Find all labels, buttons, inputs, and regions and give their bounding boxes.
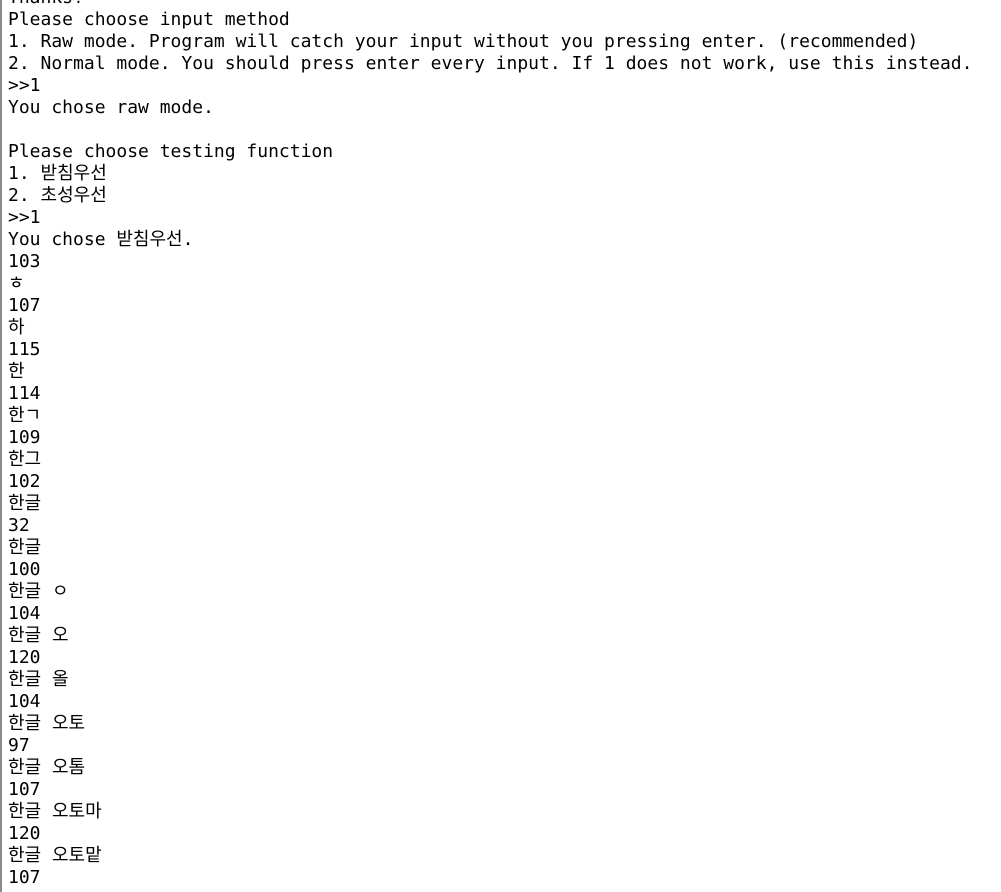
terminal-line: 한글 xyxy=(8,537,42,558)
terminal-line: 한글 오 xyxy=(8,625,69,646)
terminal-line: 한글 오톰 xyxy=(8,757,86,778)
terminal-line: ㅎ xyxy=(8,273,25,294)
terminal-line: 107 xyxy=(8,867,41,888)
terminal-line: 한그 xyxy=(8,449,42,470)
terminal-line: You chose 받침우선. xyxy=(8,229,194,250)
terminal-line: 2. Normal mode. You should press enter e… xyxy=(8,53,973,74)
terminal-line: 120 xyxy=(8,647,41,668)
terminal-line: 한글 올 xyxy=(8,669,69,690)
terminal-line: Please choose testing function xyxy=(8,141,334,162)
terminal-line: 104 xyxy=(8,691,41,712)
terminal-line: 114 xyxy=(8,383,41,404)
terminal-window[interactable]: Thanks!Please choose input method1. Raw … xyxy=(0,0,1001,892)
terminal-line: >>1 xyxy=(8,75,41,96)
terminal-line: 120 xyxy=(8,823,41,844)
terminal-line: 107 xyxy=(8,779,41,800)
terminal-line: 한ㄱ xyxy=(8,405,42,426)
terminal-line: 한글 오토맡 xyxy=(8,845,102,866)
terminal-line: 115 xyxy=(8,339,41,360)
terminal-line: 한글 xyxy=(8,493,42,514)
terminal-line: Thanks! xyxy=(8,0,973,9)
terminal-line: >>1 xyxy=(8,207,41,228)
terminal-output: Thanks!Please choose input method1. Raw … xyxy=(8,0,973,889)
terminal-line: 1. 받침우선 xyxy=(8,163,107,184)
terminal-line: 1. Raw mode. Program will catch your inp… xyxy=(8,31,919,52)
window-left-border xyxy=(0,0,2,892)
terminal-line: 103 xyxy=(8,251,41,272)
terminal-line: 104 xyxy=(8,603,41,624)
terminal-line: You chose raw mode. xyxy=(8,97,214,118)
terminal-line: 한글 ㅇ xyxy=(8,581,69,602)
terminal-line: 107 xyxy=(8,295,41,316)
terminal-line: Please choose input method xyxy=(8,9,290,30)
terminal-line: 한글 오토 xyxy=(8,713,86,734)
terminal-line: 한글 오토마 xyxy=(8,801,102,822)
terminal-line: 32 xyxy=(8,515,30,536)
terminal-line: 109 xyxy=(8,427,41,448)
terminal-line: 97 xyxy=(8,735,30,756)
terminal-line: 100 xyxy=(8,559,41,580)
terminal-line: 한 xyxy=(8,361,25,382)
terminal-line: 하 xyxy=(8,317,25,338)
terminal-line: 2. 초성우선 xyxy=(8,185,107,206)
terminal-line: 102 xyxy=(8,471,41,492)
